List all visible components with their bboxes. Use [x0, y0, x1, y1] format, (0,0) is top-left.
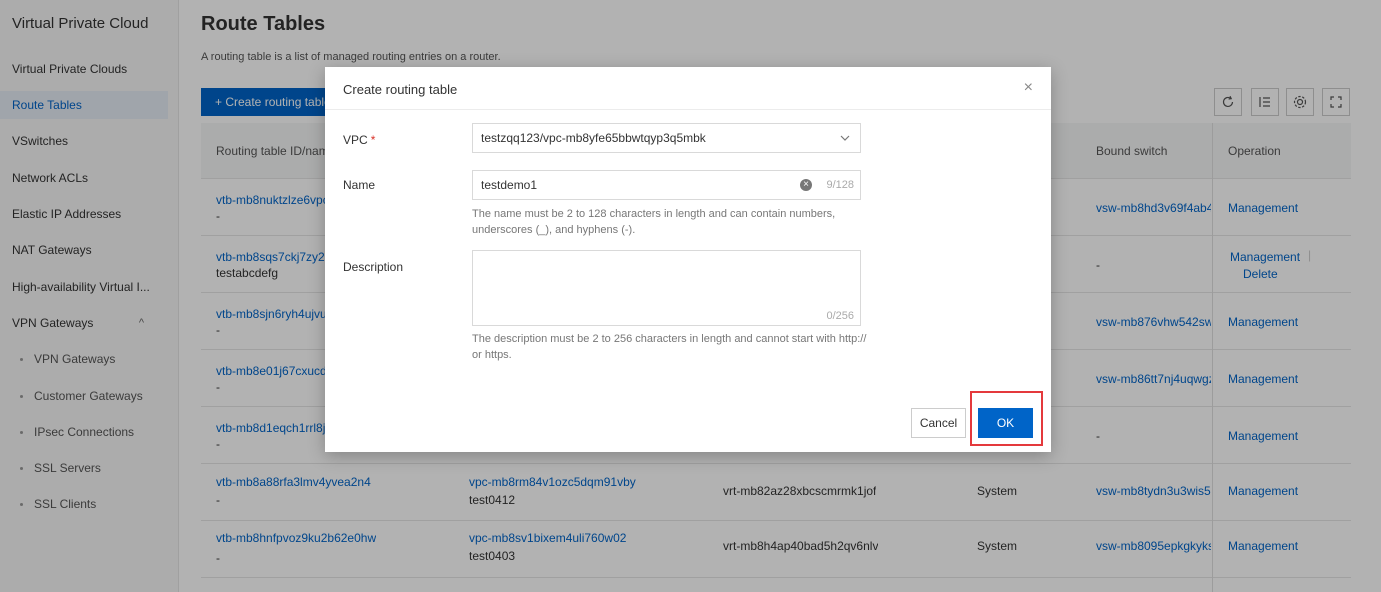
dialog-divider: [325, 109, 1051, 110]
chevron-down-icon: [840, 135, 850, 141]
ok-button-highlight: [970, 391, 1043, 446]
close-icon[interactable]: ×: [1024, 79, 1033, 97]
name-hint: The name must be 2 to 128 characters in …: [472, 208, 836, 236]
vpc-select-value: testzqq123/vpc-mb8yfe65bbwtqyp3q5mbk: [481, 131, 706, 145]
required-marker: *: [370, 133, 376, 147]
description-textarea[interactable]: 0/256: [472, 250, 861, 326]
vpc-label: VPC *: [343, 133, 375, 147]
cancel-button[interactable]: Cancel: [911, 408, 966, 438]
description-char-counter: 0/256: [826, 310, 854, 322]
description-label: Description: [343, 260, 404, 274]
description-hint: The description must be 2 to 256 charact…: [472, 333, 867, 361]
clear-icon[interactable]: ×: [800, 179, 812, 191]
name-label: Name: [343, 178, 376, 192]
name-input-value: testdemo1: [481, 178, 538, 192]
vpc-select[interactable]: testzqq123/vpc-mb8yfe65bbwtqyp3q5mbk: [472, 123, 861, 153]
dialog-title: Create routing table: [343, 82, 458, 97]
vpc-label-text: VPC: [343, 133, 368, 147]
create-routing-table-dialog: Create routing table × VPC * testzqq123/v…: [325, 67, 1051, 452]
name-input[interactable]: testdemo1 × 9/128: [472, 170, 861, 200]
name-char-counter: 9/128: [826, 179, 854, 191]
